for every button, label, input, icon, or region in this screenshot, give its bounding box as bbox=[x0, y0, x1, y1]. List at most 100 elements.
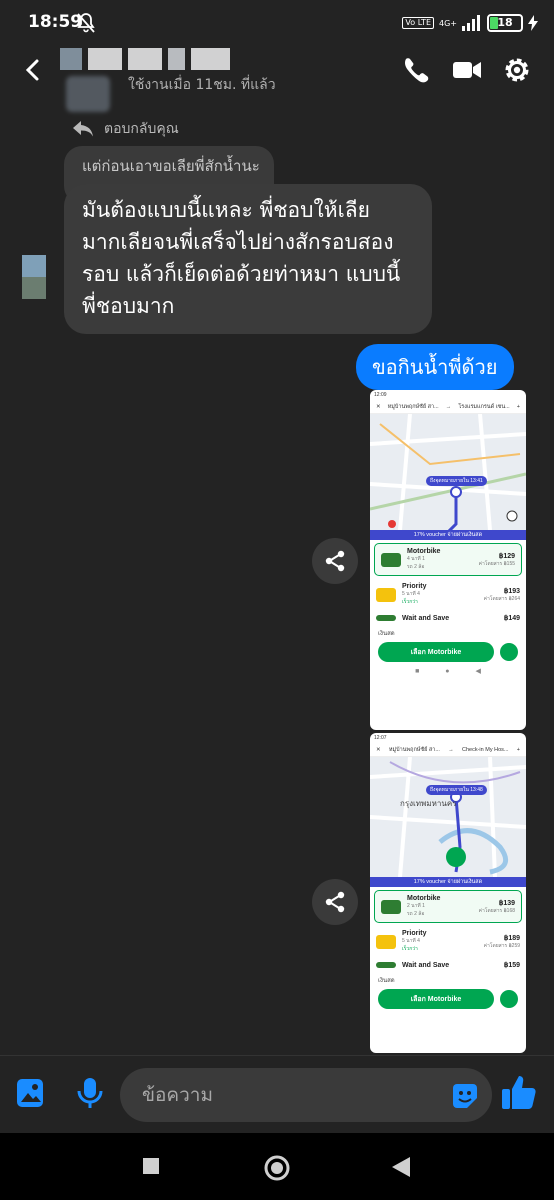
ride-old-price: ค่าโดยสาร ฿259 bbox=[483, 942, 520, 949]
reply-label: ตอบกลับคุณ bbox=[104, 121, 179, 137]
chat-header: ใช้งานเมื่อ 11ชม. ที่แล้ว bbox=[0, 46, 554, 112]
back-button-icon[interactable] bbox=[392, 1157, 410, 1177]
message-line: มันต้องแบบนี้แหละ พี่ชอบให้เลีย bbox=[82, 198, 370, 222]
ride-old-price: ค่าโดยสาร ฿168 bbox=[478, 907, 515, 914]
system-navigation-bar bbox=[0, 1133, 554, 1200]
ride-meta: 5 นาที 4 bbox=[402, 591, 420, 597]
ride-extra: รถ 2 ล้อ bbox=[407, 911, 425, 917]
muted-bell-icon bbox=[77, 13, 95, 33]
contact-name-redacted[interactable] bbox=[60, 48, 230, 72]
route-to: Check-in My Hos... bbox=[462, 746, 509, 753]
book-row: เลือก Motorbike bbox=[370, 640, 526, 664]
eta-badge: ถึงจุดหมายภายใน 13:48 bbox=[426, 785, 487, 795]
ride-option: Wait and Save ฿149 bbox=[370, 610, 526, 626]
shot-route: ✕ หมู่บ้านพฤกษ์ชัย์ สา... → Check-in My … bbox=[370, 743, 526, 757]
outgoing-message-bubble[interactable]: ขอกินน้ำพี่ด้วย bbox=[356, 344, 514, 390]
video-call-icon[interactable] bbox=[452, 56, 482, 84]
shot-navbar: ■ ● ◀ bbox=[415, 667, 481, 676]
message-line: มากเลียจนพี่เสร็จไปย่างสักรอบสอง bbox=[82, 230, 394, 254]
ride-extra: เร็วกว่า bbox=[402, 599, 418, 605]
ride-name: Motorbike bbox=[407, 895, 441, 902]
gallery-icon[interactable] bbox=[14, 1076, 46, 1110]
route-from: หมู่บ้านพฤกษ์ชัย์ สา... bbox=[387, 403, 439, 410]
book-row: เลือก Motorbike bbox=[370, 987, 526, 1011]
book-button: เลือก Motorbike bbox=[378, 642, 494, 662]
shared-screenshot-ride[interactable]: 12:07 ✕ หมู่บ้านพฤกษ์ชัย์ สา... → Check-… bbox=[370, 733, 526, 1053]
voucher-banner: 17% voucher จ่ายผ่านเงินสด bbox=[370, 877, 526, 887]
ride-name: Priority bbox=[402, 930, 427, 937]
ride-option: Motorbike 4 นาที 1 รถ 2 ล้อ ฿129 ค่าโดยส… bbox=[374, 543, 522, 576]
motorbike-icon bbox=[381, 899, 401, 914]
sticker-icon[interactable] bbox=[449, 1080, 481, 1112]
book-button: เลือก Motorbike bbox=[378, 989, 494, 1009]
voice-call-icon[interactable] bbox=[400, 56, 430, 84]
route-to: โรงแรมแกรนด์ เซน... bbox=[458, 403, 510, 410]
ride-extra: เร็วกว่า bbox=[402, 946, 418, 952]
ride-meta: 2 นาที 1 bbox=[407, 903, 425, 909]
ride-name: Motorbike bbox=[407, 548, 441, 555]
ride-old-price: ค่าโดยสาร ฿155 bbox=[478, 560, 515, 567]
contact-avatar[interactable] bbox=[66, 76, 110, 112]
message-line: พี่ชอบมาก bbox=[82, 294, 175, 318]
schedule-icon bbox=[500, 643, 518, 661]
status-time: 18:59 bbox=[28, 12, 83, 32]
arrow-icon: → bbox=[448, 746, 454, 753]
like-thumb-icon[interactable] bbox=[500, 1072, 538, 1112]
ride-option: Wait and Save ฿159 bbox=[370, 957, 526, 973]
message-line: รอบ แล้วก็เย็ดต่อด้วยท่าหมา แบบนี้ bbox=[82, 262, 401, 286]
wait-save-icon bbox=[376, 615, 396, 621]
car-icon bbox=[376, 587, 396, 602]
close-icon: ✕ bbox=[376, 746, 381, 753]
car-icon bbox=[376, 934, 396, 949]
shot-status-time: 12:07 bbox=[374, 735, 387, 741]
ride-meta: 4 นาที 1 bbox=[407, 556, 425, 562]
ride-option: Motorbike 2 นาที 1 รถ 2 ล้อ ฿139 ค่าโดยส… bbox=[374, 890, 522, 923]
reply-arrow-icon bbox=[73, 121, 93, 137]
recents-button-icon[interactable] bbox=[143, 1158, 159, 1174]
route-map: ถึงจุดหมายภายใน 13:41 bbox=[370, 414, 526, 530]
payment-method: เงินสด bbox=[378, 631, 395, 637]
sender-avatar[interactable] bbox=[22, 255, 46, 299]
status-bar: 18:59 Vo LTE 4G+ 18 bbox=[0, 0, 554, 46]
battery-level: 18 bbox=[497, 16, 513, 29]
microphone-icon[interactable] bbox=[74, 1076, 106, 1110]
motorbike-icon bbox=[381, 552, 401, 567]
share-button[interactable] bbox=[312, 538, 358, 584]
home-button-icon[interactable] bbox=[264, 1155, 290, 1181]
ride-price: ฿129 bbox=[498, 552, 515, 560]
status-right: Vo LTE 4G+ 18 bbox=[402, 12, 538, 34]
shared-screenshot-ride[interactable]: 12:09 ✕ หมู่บ้านพฤกษ์ชัย์ สา... → โรงแรม… bbox=[370, 390, 526, 730]
quoted-text: แต่ก่อนเอาขอเลียพี่สักน้ำนะ bbox=[82, 157, 260, 175]
map-graphic bbox=[370, 414, 526, 530]
ride-extra: รถ 2 ล้อ bbox=[407, 564, 425, 570]
eta-badge: ถึงจุดหมายภายใน 13:41 bbox=[426, 476, 487, 486]
payment-method: เงินสด bbox=[378, 978, 395, 984]
shot-status-time: 12:09 bbox=[374, 392, 387, 398]
outgoing-text: ขอกินน้ำพี่ด้วย bbox=[372, 355, 498, 379]
volte-badge: Vo LTE bbox=[402, 17, 434, 29]
ride-price: ฿189 bbox=[503, 934, 520, 942]
map-graphic bbox=[370, 757, 526, 877]
share-button[interactable] bbox=[312, 879, 358, 925]
route-from: หมู่บ้านพฤกษ์ชัย์ สา... bbox=[388, 746, 440, 753]
network-type: 4G+ bbox=[439, 18, 457, 28]
ride-meta: 5 นาที 4 bbox=[402, 938, 420, 944]
ride-old-price: ค่าโดยสาร ฿264 bbox=[483, 595, 520, 602]
back-arrow-icon[interactable] bbox=[22, 58, 44, 82]
settings-gear-icon[interactable] bbox=[502, 56, 532, 84]
last-active-status: ใช้งานเมื่อ 11ชม. ที่แล้ว bbox=[128, 77, 276, 93]
map-city-label: กรุงเทพมหานคร bbox=[400, 799, 457, 808]
voucher-banner: 17% voucher จ่ายผ่านเงินสด bbox=[370, 530, 526, 540]
ride-name: Wait and Save bbox=[402, 614, 450, 622]
reply-indicator: ตอบกลับคุณ bbox=[72, 118, 179, 140]
ride-option: Priority 5 นาที 4 เร็วกว่า ฿193 ค่าโดยสา… bbox=[370, 579, 526, 610]
message-composer bbox=[0, 1055, 554, 1133]
message-input[interactable] bbox=[120, 1068, 492, 1122]
ride-name: Wait and Save bbox=[402, 961, 450, 969]
ride-price: ฿149 bbox=[503, 615, 520, 622]
ride-price: ฿193 bbox=[503, 587, 520, 595]
ride-name: Priority bbox=[402, 583, 427, 590]
ride-price: ฿139 bbox=[498, 899, 515, 907]
messenger-chat-screen: 18:59 Vo LTE 4G+ 18 ใช้งานเมื่อ 11ชม. ที… bbox=[0, 0, 554, 1200]
incoming-message-bubble[interactable]: มันต้องแบบนี้แหละ พี่ชอบให้เลีย มากเลียจ… bbox=[64, 184, 432, 334]
